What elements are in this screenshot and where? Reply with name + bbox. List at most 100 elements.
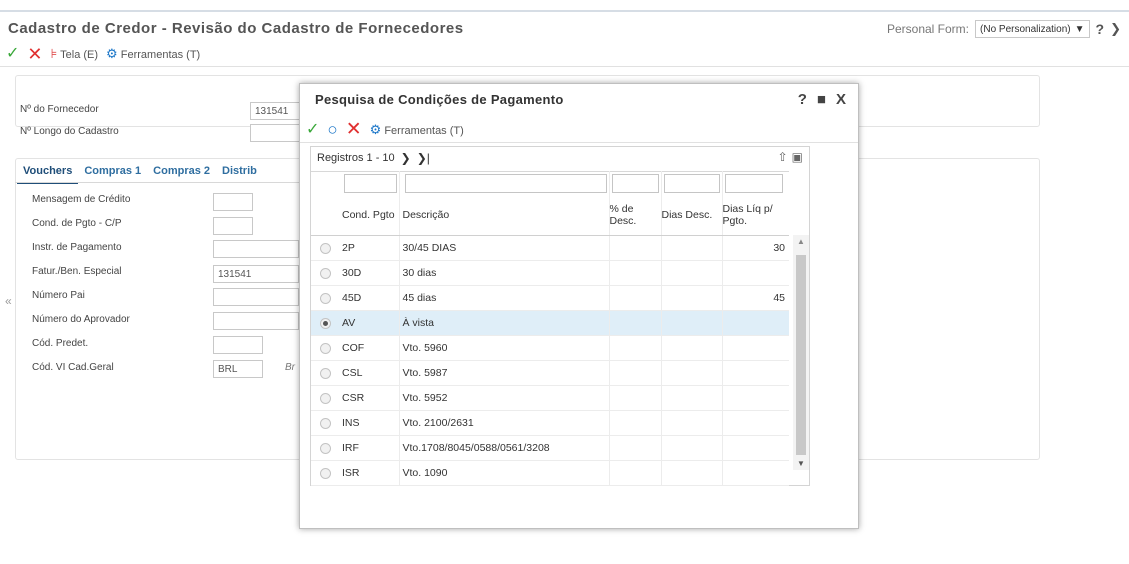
longo-cadastro-label: Nº Longo do Cadastro (20, 126, 119, 137)
table-row[interactable]: IRF Vto.1708/8045/0588/0561/3208 (311, 435, 789, 461)
main-toolbar: ✓ ✕ ⊧ Tela (E) ⚙ Ferramentas (T) (6, 45, 200, 63)
tab-distrib[interactable]: Distrib (216, 160, 263, 184)
search-icon[interactable]: ○ (327, 121, 337, 138)
ferramentas-label: Ferramentas (T) (120, 49, 201, 61)
fornecedor-field[interactable]: 131541 (250, 102, 300, 120)
ferramentas-menu[interactable]: ⚙ Ferramentas (T) (106, 46, 200, 62)
modal-controls: ? ■ X (798, 91, 846, 108)
grid-settings-icon[interactable]: ▣ (792, 150, 803, 164)
tela-menu[interactable]: ⊧ Tela (E) (51, 46, 99, 62)
table-row[interactable]: AV À vista (311, 310, 789, 336)
radio-button[interactable] (319, 267, 331, 279)
radio-button[interactable] (319, 367, 331, 379)
dias-desc-cell (661, 235, 723, 261)
filter-cell (609, 171, 662, 196)
pct-cell (609, 260, 662, 286)
next-page-icon[interactable]: ❯ (401, 151, 411, 165)
last-page-icon[interactable]: ❯| (417, 151, 430, 165)
tab-bar: Vouchers Compras 1 Compras 2 Distrib (17, 160, 263, 184)
cond-cell: INS (339, 410, 400, 436)
help-icon[interactable]: ? (798, 91, 807, 108)
fornecedor-label: Nº do Fornecedor (20, 104, 99, 115)
table-row[interactable]: ISR Vto. 1090 (311, 460, 789, 486)
table-row[interactable]: INS Vto. 2100/2631 (311, 410, 789, 436)
form-field[interactable] (213, 217, 253, 235)
filter-pct-input[interactable] (611, 174, 659, 194)
filter-desc-input[interactable] (404, 174, 607, 194)
form-field[interactable] (213, 193, 253, 211)
col-header-desc[interactable]: Descrição (399, 195, 610, 236)
radio-button[interactable] (319, 467, 331, 479)
filter-cell (339, 171, 400, 196)
row-radio[interactable] (311, 360, 339, 386)
personal-form-select[interactable]: (No Personalization) ▼ (975, 20, 1090, 38)
close-icon[interactable]: ❯ (1110, 21, 1121, 37)
radio-button[interactable] (319, 392, 331, 404)
filter-dias-desc-input[interactable] (663, 174, 720, 194)
tab-vouchers[interactable]: Vouchers (17, 160, 79, 184)
table-row[interactable]: 2P 30/45 DIAS 30 (311, 235, 789, 261)
radio-button[interactable] (319, 292, 331, 304)
row-radio[interactable] (311, 385, 339, 411)
pager: Registros 1 - 10 ❯ ❯| (317, 151, 430, 165)
row-radio[interactable] (311, 260, 339, 286)
table-row[interactable]: 30D 30 dias (311, 260, 789, 286)
collapse-icon[interactable]: « (5, 294, 12, 308)
longo-cadastro-field[interactable] (250, 124, 300, 142)
table-row[interactable]: 45D 45 dias 45 (311, 285, 789, 311)
scroll-up-icon[interactable]: ▲ (797, 237, 805, 246)
form-field[interactable]: BRL (213, 360, 263, 378)
help-icon[interactable]: ? (1096, 21, 1105, 37)
form-field[interactable] (213, 336, 263, 354)
row-radio[interactable] (311, 435, 339, 461)
ok-icon[interactable]: ✓ (6, 46, 19, 62)
pct-cell (609, 410, 662, 436)
radio-button[interactable] (319, 342, 331, 354)
table-row[interactable]: CSL Vto. 5987 (311, 360, 789, 386)
radio-button[interactable] (319, 442, 331, 454)
form-field[interactable] (213, 312, 299, 330)
grid-scrollbar[interactable]: ▲ ▼ (793, 235, 809, 470)
form-field[interactable] (213, 288, 299, 306)
personal-form-value: (No Personalization) (980, 23, 1071, 35)
maximize-icon[interactable]: ■ (817, 91, 826, 108)
table-row[interactable]: COF Vto. 5960 (311, 335, 789, 361)
row-radio[interactable] (311, 335, 339, 361)
row-radio[interactable] (311, 410, 339, 436)
export-icon[interactable]: ⇧ (778, 150, 788, 164)
pct-cell (609, 460, 662, 486)
close-icon[interactable]: X (836, 91, 846, 108)
tela-icon: ⊧ (50, 46, 58, 61)
tab-compras-1[interactable]: Compras 1 (78, 160, 147, 184)
dias-desc-cell (661, 360, 723, 386)
search-modal: Pesquisa de Condições de Pagamento ? ■ X… (299, 83, 859, 529)
select-icon[interactable]: ✓ (306, 121, 319, 138)
filter-cell (661, 171, 723, 196)
scroll-down-icon[interactable]: ▼ (797, 459, 805, 468)
cancel-icon[interactable]: ✕ (346, 120, 362, 139)
filter-dias-liq-input[interactable] (724, 174, 783, 194)
scroll-thumb[interactable] (796, 255, 806, 455)
table-row[interactable]: CSR Vto. 5952 (311, 385, 789, 411)
filter-cond-input[interactable] (344, 174, 397, 194)
col-header-pct[interactable]: % de Desc. (609, 195, 662, 236)
cancel-icon[interactable]: ✕ (27, 45, 42, 63)
radio-button[interactable] (319, 317, 331, 329)
row-radio[interactable] (311, 310, 339, 336)
desc-cell: À vista (399, 310, 610, 336)
desc-cell: Vto. 5960 (399, 335, 610, 361)
radio-button[interactable] (319, 417, 331, 429)
row-radio[interactable] (311, 460, 339, 486)
form-field[interactable]: 131541 (213, 265, 299, 283)
row-radio[interactable] (311, 235, 339, 261)
dias-liq-cell (722, 360, 789, 386)
tab-compras-2[interactable]: Compras 2 (147, 160, 216, 184)
radio-button[interactable] (319, 242, 331, 254)
desc-cell: Vto. 2100/2631 (399, 410, 610, 436)
ferramentas-menu[interactable]: ⚙ Ferramentas (T) (370, 122, 464, 138)
form-field[interactable] (213, 240, 299, 258)
col-header-dias-liq[interactable]: Dias Líq p/ Pgto. (722, 195, 789, 236)
col-header-cond[interactable]: Cond. Pgto (339, 195, 400, 236)
row-radio[interactable] (311, 285, 339, 311)
col-header-dias-desc[interactable]: Dias Desc. (661, 195, 723, 236)
